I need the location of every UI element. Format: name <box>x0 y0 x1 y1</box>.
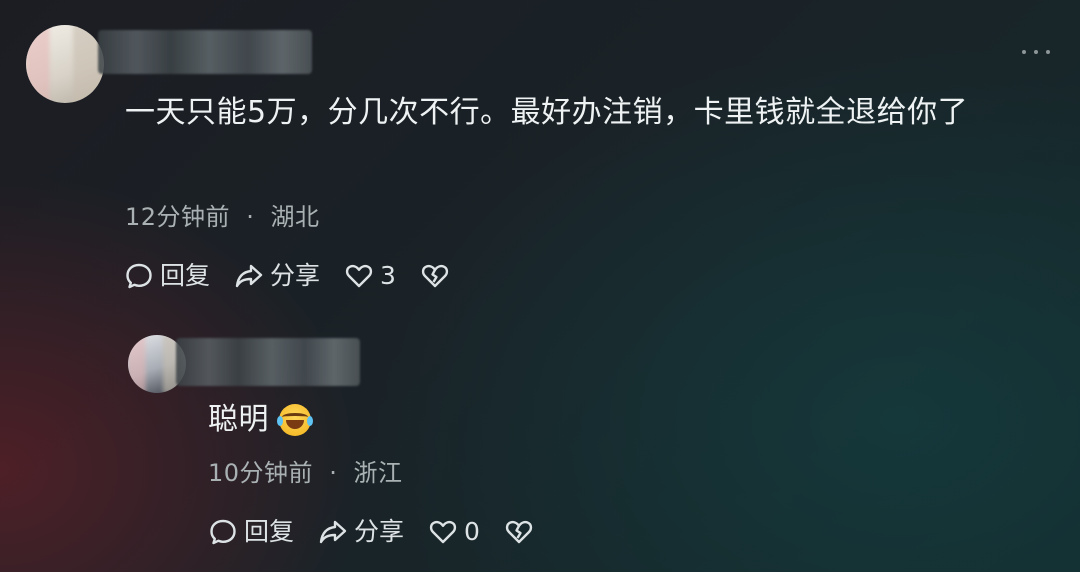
reply-label: 回复 <box>244 517 295 546</box>
broken-heart-icon <box>505 520 533 544</box>
comment-actions: 回复 分享 3 <box>124 258 474 294</box>
reply-reply-button[interactable]: 回复 <box>208 514 294 550</box>
comment-bubble-icon <box>126 263 152 289</box>
heart-icon <box>429 520 457 544</box>
reply-text: 聪明 <box>208 402 269 437</box>
heart-icon <box>345 264 373 288</box>
more-options-button[interactable] <box>1022 48 1050 56</box>
reply-location: 浙江 <box>353 459 403 487</box>
laugh-cry-emoji <box>277 404 313 436</box>
username-blurred[interactable] <box>98 30 312 74</box>
share-arrow-icon <box>319 520 347 544</box>
dislike-button[interactable] <box>420 261 450 291</box>
meta-separator: · <box>246 203 255 231</box>
comment-bubble-icon <box>210 519 236 545</box>
more-dots-icon <box>1022 50 1026 54</box>
reply-time: 10分钟前 <box>208 459 314 487</box>
share-label: 分享 <box>354 517 405 546</box>
like-button[interactable]: 3 <box>344 258 396 294</box>
reply-meta: 10分钟前 · 浙江 <box>208 453 402 488</box>
reply-like-button[interactable]: 0 <box>428 514 480 550</box>
reply-text-row: 聪明 <box>208 397 313 443</box>
comment-location: 湖北 <box>270 203 320 231</box>
reply-username-blurred[interactable] <box>176 338 360 386</box>
comment-meta: 12分钟前 · 湖北 <box>125 197 319 232</box>
reply-dislike-button[interactable] <box>504 517 534 547</box>
share-button[interactable]: 分享 <box>234 258 320 294</box>
reply-button[interactable]: 回复 <box>124 258 210 294</box>
reply-actions: 回复 分享 0 <box>208 514 558 550</box>
comment-text: 一天只能5万，分几次不行。最好办注销，卡里钱就全退给你了 <box>125 95 969 130</box>
like-count: 0 <box>464 517 480 546</box>
avatar[interactable] <box>26 25 104 103</box>
share-label: 分享 <box>270 261 321 290</box>
comment-time: 12分钟前 <box>125 203 231 231</box>
broken-heart-icon <box>421 264 449 288</box>
share-arrow-icon <box>235 264 263 288</box>
meta-separator: · <box>329 459 338 487</box>
like-count: 3 <box>380 261 396 290</box>
reply-share-button[interactable]: 分享 <box>318 514 404 550</box>
reply-label: 回复 <box>160 261 211 290</box>
